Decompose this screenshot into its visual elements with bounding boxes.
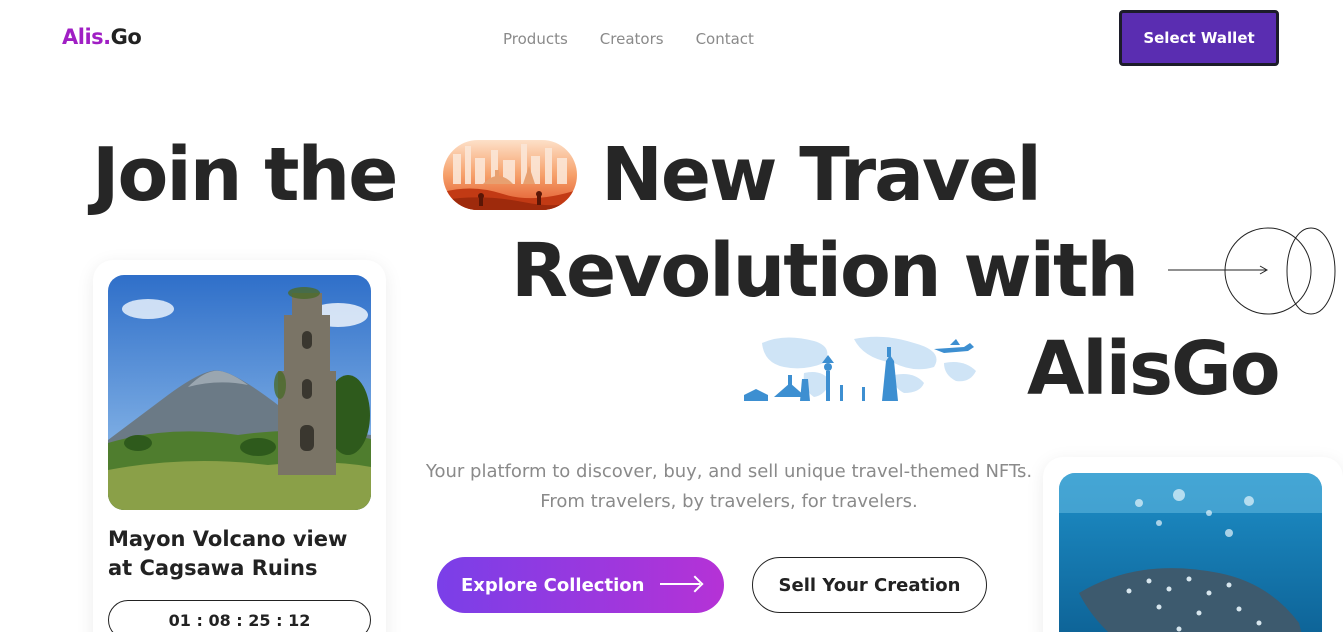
nav-products[interactable]: Products — [503, 30, 568, 48]
arrow-right-icon — [660, 583, 700, 585]
sell-creation-button[interactable]: Sell Your Creation — [752, 557, 987, 613]
volcano-ruins-photo — [108, 275, 371, 510]
hero-subtitle: Your platform to discover, buy, and sell… — [420, 457, 1038, 517]
nft-card[interactable] — [1043, 457, 1343, 632]
explore-collection-label: Explore Collection — [461, 574, 645, 596]
nav-creators[interactable]: Creators — [600, 30, 664, 48]
select-wallet-button[interactable]: Select Wallet — [1119, 10, 1279, 66]
hero-line1-part2: New Travel — [601, 132, 1042, 218]
city-skyline-image — [443, 140, 577, 210]
arrow-circles-icon — [1166, 226, 1343, 316]
hero-line1-part1: Join the — [92, 132, 398, 218]
main-nav: Products Creators Contact — [503, 30, 754, 48]
nft-card-title: Mayon Volcano view at Cagsawa Ruins — [108, 527, 348, 580]
nav-contact[interactable]: Contact — [696, 30, 754, 48]
logo[interactable]: Alis.Go — [62, 25, 142, 49]
logo-accent: Alis. — [62, 25, 111, 49]
countdown-timer: 01 : 08 : 25 : 12 — [108, 600, 371, 632]
world-map-landmarks-image — [744, 333, 984, 401]
hero-line2: Revolution with — [511, 228, 1139, 314]
explore-collection-button[interactable]: Explore Collection — [437, 557, 724, 613]
hero-line3: AlisGo — [1027, 326, 1281, 412]
hero-subtitle-line1: Your platform to discover, buy, and sell… — [425, 461, 1033, 482]
hero-subtitle-line2: From travelers, by travelers, for travel… — [540, 491, 918, 512]
whale-shark-photo — [1059, 473, 1322, 632]
city-skyline-illustration — [443, 140, 577, 210]
nft-card[interactable]: Mayon Volcano view at Cagsawa Ruins 01 :… — [93, 260, 386, 632]
world-landmarks-illustration — [744, 333, 984, 401]
logo-rest: Go — [110, 25, 142, 49]
